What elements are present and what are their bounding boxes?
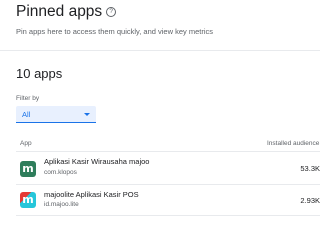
column-header-app[interactable]: App [20,140,32,147]
app-installs: 53.3K [300,164,320,173]
table-row[interactable]: m Aplikasi Kasir Wirausaha majoo com.klo… [16,152,320,184]
dropdown-caret-icon [84,113,90,116]
filter-select[interactable]: All [16,106,96,123]
column-header-installs[interactable]: Installed audience [267,140,319,147]
page-description: Pin apps here to access them quickly, an… [16,27,214,36]
page-title-text: Pinned apps [16,3,103,20]
filter-label: Filter by [16,95,40,102]
help-circle-icon[interactable]: ? [106,7,117,17]
page-title: Pinned apps ? [16,3,117,21]
majoo-app-icon: m [20,161,36,177]
app-name[interactable]: majoolite Aplikasi Kasir POS [44,190,139,199]
app-package: id.majoo.lite [44,201,79,208]
row-divider [16,215,320,216]
majoolite-app-icon: m [20,192,36,208]
app-package: com.klopos [44,169,77,176]
filter-value: All [22,110,31,119]
app-name[interactable]: Aplikasi Kasir Wirausaha majoo [44,157,149,166]
section-divider [0,50,320,51]
app-installs: 2.93K [300,196,320,205]
pinned-apps-page: Pinned apps ? Pin apps here to access th… [0,0,320,240]
table-row[interactable]: m majoolite Aplikasi Kasir POS id.majoo.… [16,185,320,217]
apps-count: 10 apps [16,66,63,81]
